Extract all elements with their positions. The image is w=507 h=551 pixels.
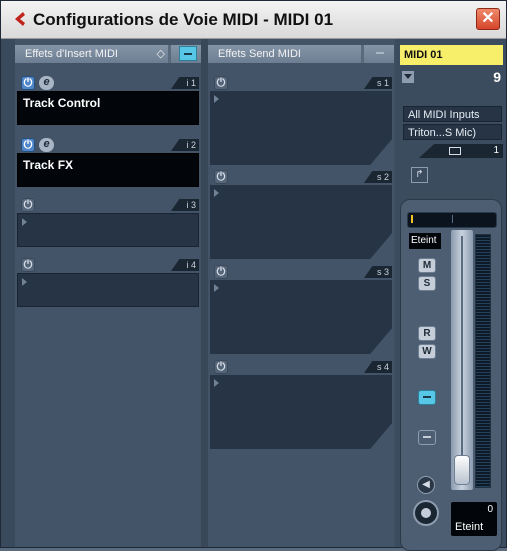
- close-icon: ✕: [481, 10, 495, 27]
- header-separator: [168, 45, 171, 63]
- send-slot-1[interactable]: ⏻ s 1: [210, 75, 392, 175]
- edit-icon[interactable]: e: [39, 138, 54, 152]
- window-title: Configurations de Voie MIDI - MIDI 01: [33, 10, 334, 29]
- horizontal-meter: [407, 212, 497, 228]
- midi-output-select[interactable]: Triton...S Mic): [403, 124, 502, 140]
- read-button[interactable]: R: [418, 326, 436, 341]
- send-bypass-button[interactable]: [372, 46, 390, 61]
- power-icon[interactable]: ⏻: [21, 138, 35, 152]
- insert-slot-4-box[interactable]: [17, 273, 199, 307]
- expand-arrow-icon[interactable]: [214, 189, 219, 197]
- state-display: Eteint: [409, 233, 441, 249]
- send-slot-1-box[interactable]: [210, 91, 392, 165]
- volume-fader[interactable]: [451, 230, 473, 490]
- insert-slot-1[interactable]: ⏻ e i 1 Track Control: [17, 75, 199, 133]
- slot-number: s 4: [364, 361, 392, 373]
- midi-input-select[interactable]: All MIDI Inputs: [403, 106, 502, 122]
- send-slot-4-box[interactable]: [210, 375, 392, 449]
- program-row: 9: [400, 69, 503, 85]
- insert-effects-panel: Effets d'Insert MIDI ◇ ⏻ e i 1 Track Con…: [15, 39, 201, 547]
- send-bypass-toggle[interactable]: [418, 430, 436, 445]
- channel-name-field[interactable]: MIDI 01: [400, 45, 503, 65]
- left-edge: [1, 39, 15, 547]
- fader-strip: Eteint M S R W ◀ 0 Eteint: [400, 199, 502, 551]
- power-icon[interactable]: ⏻: [21, 198, 35, 212]
- slot-number: s 3: [364, 266, 392, 278]
- slot-number: s 2: [364, 171, 392, 183]
- power-icon[interactable]: ⏻: [21, 76, 35, 90]
- midi-channel-select[interactable]: 1: [419, 144, 503, 158]
- insert-slot-2-controls: ⏻ e i 2: [17, 137, 199, 153]
- fader-handle[interactable]: [454, 455, 470, 485]
- bypass-diamond-icon[interactable]: ◇: [157, 48, 165, 60]
- panel-divider: [201, 39, 208, 547]
- volume-display[interactable]: 0 Eteint: [451, 502, 497, 536]
- insert-slot-4-controls: ⏻ i 4: [17, 257, 199, 273]
- expand-arrow-icon[interactable]: [22, 218, 27, 226]
- write-button[interactable]: W: [418, 344, 436, 359]
- plugin-name: Track FX: [23, 158, 74, 172]
- header-separator: [361, 45, 364, 63]
- power-icon[interactable]: ⏻: [214, 265, 228, 279]
- send-header: Effets Send MIDI: [208, 45, 394, 63]
- volume-value: 0: [487, 504, 493, 515]
- slot-number: i 4: [171, 259, 199, 271]
- expand-arrow-icon[interactable]: [214, 379, 219, 387]
- program-number[interactable]: 9: [493, 69, 501, 85]
- solo-button[interactable]: S: [418, 276, 436, 291]
- send-effects-panel: Effets Send MIDI ⏻ s 1 ⏻ s 2 ⏻ s 3 ⏻ s 4: [208, 39, 394, 547]
- close-button[interactable]: ✕: [476, 8, 500, 30]
- send-slot-4-controls: ⏻ s 4: [210, 359, 392, 375]
- insert-slot-1-box[interactable]: Track Control: [17, 91, 199, 125]
- send-slot-1-controls: ⏻ s 1: [210, 75, 392, 91]
- keyboard-icon: [449, 147, 461, 155]
- slot-number: i 3: [171, 199, 199, 211]
- send-header-label: Effets Send MIDI: [218, 48, 301, 60]
- send-slot-3-box[interactable]: [210, 280, 392, 354]
- slot-number: i 2: [171, 139, 199, 151]
- insert-slot-3-box[interactable]: [17, 213, 199, 247]
- insert-slot-1-controls: ⏻ e i 1: [17, 75, 199, 91]
- insert-header: Effets d'Insert MIDI ◇: [15, 45, 201, 63]
- level-meter: [475, 234, 491, 488]
- slot-number: s 1: [364, 77, 392, 89]
- power-icon[interactable]: ⏻: [214, 170, 228, 184]
- insert-header-label: Effets d'Insert MIDI: [25, 48, 118, 60]
- edit-icon[interactable]: e: [39, 76, 54, 90]
- power-icon[interactable]: ⏻: [214, 76, 228, 90]
- cubase-logo-icon: [15, 12, 25, 26]
- dropdown-arrow-icon[interactable]: [402, 71, 414, 83]
- expand-arrow-icon[interactable]: [22, 278, 27, 286]
- insert-slot-3-controls: ⏻ i 3: [17, 197, 199, 213]
- slot-number: i 1: [171, 77, 199, 89]
- expand-arrow-icon[interactable]: [214, 284, 219, 292]
- mute-button[interactable]: M: [418, 258, 436, 273]
- insert-slot-3[interactable]: ⏻ i 3: [17, 197, 199, 251]
- fader-groove: [461, 236, 463, 480]
- edit-instrument-button[interactable]: ↱: [411, 167, 428, 183]
- expand-arrow-icon[interactable]: [214, 95, 219, 103]
- monitor-button[interactable]: [413, 500, 439, 526]
- send-slot-2[interactable]: ⏻ s 2: [210, 169, 392, 269]
- volume-label: Eteint: [455, 521, 484, 533]
- edit-instrument-icon: ↱: [415, 169, 424, 180]
- midi-channel-value: 1: [493, 145, 499, 156]
- power-icon[interactable]: ⏻: [214, 360, 228, 374]
- insert-bypass-toggle[interactable]: [418, 390, 436, 405]
- send-slot-3-controls: ⏻ s 3: [210, 264, 392, 280]
- speaker-icon[interactable]: ◀: [417, 476, 435, 494]
- insert-slot-2-box[interactable]: Track FX: [17, 153, 199, 187]
- plugin-name: Track Control: [23, 96, 101, 110]
- title-bar[interactable]: Configurations de Voie MIDI - MIDI 01 ✕: [1, 1, 506, 39]
- send-slot-3[interactable]: ⏻ s 3: [210, 264, 392, 364]
- insert-slot-2[interactable]: ⏻ e i 2 Track FX: [17, 137, 199, 195]
- channel-strip-panel: MIDI 01 9 All MIDI Inputs Triton...S Mic…: [395, 39, 506, 551]
- insert-slot-4[interactable]: ⏻ i 4: [17, 257, 199, 311]
- midi-channel-settings-window: Configurations de Voie MIDI - MIDI 01 ✕ …: [0, 0, 507, 551]
- send-slot-2-box[interactable]: [210, 185, 392, 259]
- send-slot-4[interactable]: ⏻ s 4: [210, 359, 392, 459]
- send-slot-2-controls: ⏻ s 2: [210, 169, 392, 185]
- insert-bypass-button[interactable]: [179, 46, 197, 61]
- power-icon[interactable]: ⏻: [21, 258, 35, 272]
